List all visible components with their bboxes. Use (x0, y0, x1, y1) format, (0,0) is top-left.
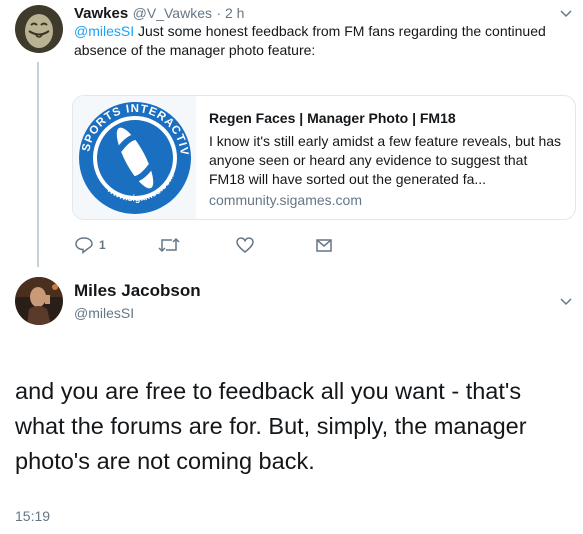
link-card-title[interactable]: Regen Faces | Manager Photo | FM18 (209, 110, 456, 126)
reply-mention-link[interactable]: @milesSI (74, 23, 134, 39)
main-author-name-text: Miles Jacobson (74, 281, 201, 300)
vawkes-avatar[interactable] (15, 5, 63, 53)
main-author-name[interactable]: Miles Jacobson (74, 281, 201, 301)
miles-avatar[interactable] (15, 277, 63, 325)
main-tweet-text: and you are free to feedback all you wan… (15, 378, 527, 474)
main-chevron-down-icon[interactable] (560, 297, 572, 307)
reply-count: 1 (99, 238, 106, 252)
reply-tweet-header: Vawkes @V_Vawkes · 2 h (74, 5, 244, 23)
like-button[interactable] (235, 236, 255, 254)
thread-line (37, 62, 39, 267)
reply-author-name[interactable]: Vawkes (74, 5, 128, 22)
reply-time-ago[interactable]: · 2 h (216, 5, 244, 21)
reply-chevron-down-icon[interactable] (560, 9, 572, 19)
link-card-thumbnail: SPORTS INTERACTIVE www.sigames.com (73, 96, 196, 219)
link-card-description: I know it's still early amidst a few fea… (209, 133, 562, 187)
reply-action-bar: 1 (74, 236, 374, 258)
reply-icon (75, 237, 93, 254)
main-tweet-timestamp[interactable]: 15:19 (15, 508, 50, 524)
retweet-button[interactable] (158, 236, 180, 254)
retweet-icon (158, 237, 180, 253)
sports-interactive-logo-icon: SPORTS INTERACTIVE www.sigames.com (73, 96, 191, 214)
direct-message-button[interactable] (314, 236, 334, 254)
heart-icon (236, 237, 254, 253)
link-card-domain: community.sigames.com (209, 192, 363, 208)
reply-button[interactable]: 1 (74, 236, 106, 254)
envelope-icon (316, 239, 332, 252)
reply-tweet-text: @milesSI Just some honest feedback from … (74, 22, 564, 60)
main-author-handle[interactable]: @milesSI (74, 305, 134, 321)
link-card[interactable]: SPORTS INTERACTIVE www.sigames.com Regen… (72, 95, 576, 220)
reply-tweet-body: Just some honest feedback from FM fans r… (74, 23, 546, 58)
reply-author-handle[interactable]: @V_Vawkes (133, 5, 212, 21)
